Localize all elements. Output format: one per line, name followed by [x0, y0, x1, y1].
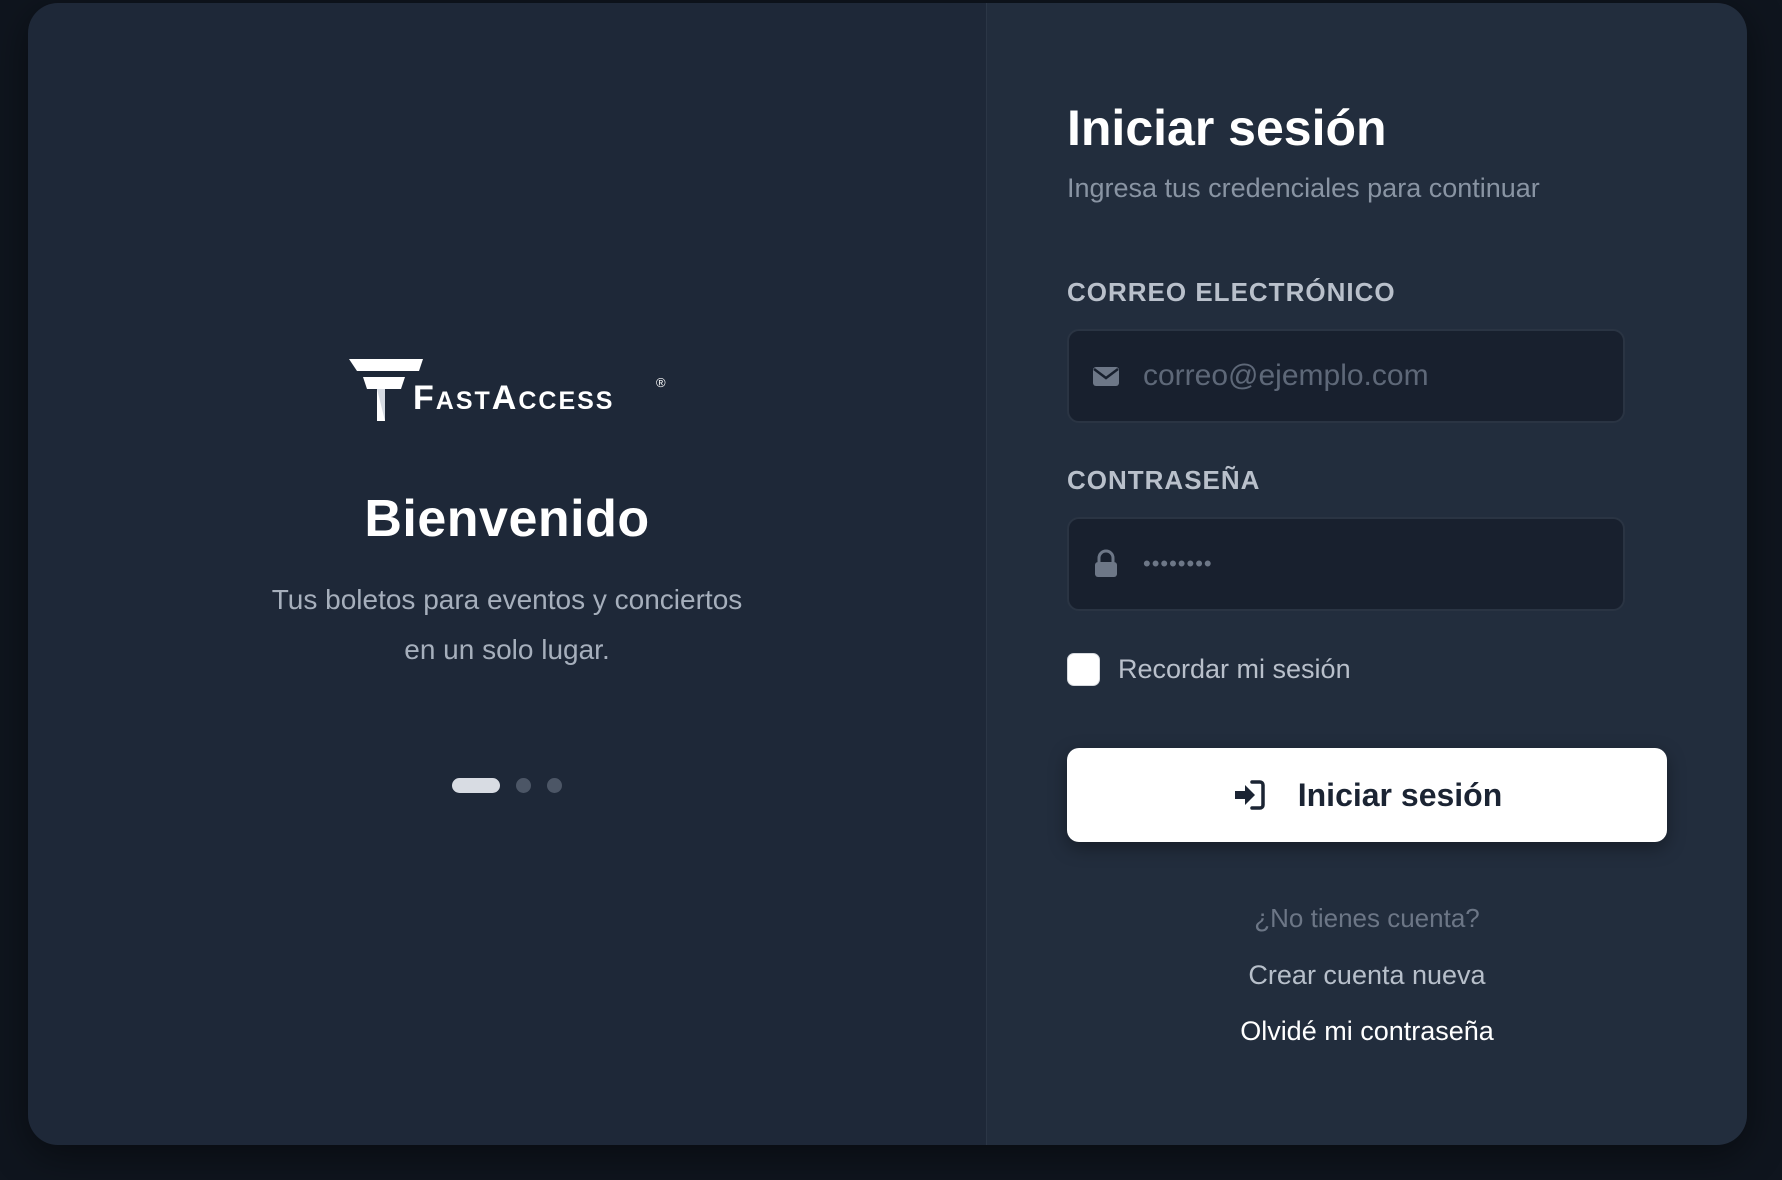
- carousel-dot-2[interactable]: [516, 778, 531, 793]
- password-label: CONTRASEÑA: [1067, 465, 1261, 495]
- login-panel: Iniciar sesión Ingresa tus credenciales …: [986, 3, 1747, 1145]
- login-button-label: Iniciar sesión: [1297, 776, 1503, 813]
- sign-in-icon: [1234, 780, 1265, 810]
- tagline-line-2: en un solo lugar.: [404, 634, 610, 665]
- tagline-line-1: Tus boletos para eventos y conciertos: [271, 584, 743, 615]
- email-label: CORREO ELECTRÓNICO: [1067, 277, 1396, 307]
- remember-checkbox[interactable]: [1067, 653, 1100, 686]
- carousel-indicators: [28, 778, 986, 793]
- remember-label: Recordar mi sesión: [1118, 654, 1351, 684]
- login-title: Iniciar sesión: [1067, 100, 1387, 156]
- no-account-text: ¿No tienes cuenta?: [1254, 903, 1480, 933]
- carousel-dot-3[interactable]: [547, 778, 562, 793]
- password-field[interactable]: ••••••••: [1067, 517, 1625, 611]
- create-account-link[interactable]: Crear cuenta nueva: [1067, 960, 1667, 991]
- login-button[interactable]: Iniciar sesión: [1067, 748, 1667, 842]
- svg-text:FASTACCESS: FASTACCESS: [413, 379, 614, 417]
- lock-icon: [1095, 549, 1117, 577]
- password-input[interactable]: ••••••••: [1143, 551, 1213, 577]
- svg-text:®: ®: [656, 375, 666, 390]
- email-input[interactable]: [1143, 359, 1603, 393]
- carousel-dot-1[interactable]: [452, 778, 500, 793]
- envelope-icon: [1093, 367, 1119, 386]
- fastaccess-logo-mark: FASTACCESS ®: [349, 359, 666, 421]
- welcome-title: Bienvenido: [364, 490, 650, 548]
- remember-session[interactable]: Recordar mi sesión: [1067, 653, 1351, 686]
- welcome-tagline: Tus boletos para eventos y conciertos en…: [28, 575, 986, 675]
- login-subtitle: Ingresa tus credenciales para continuar: [1067, 173, 1540, 203]
- login-card: FASTACCESS ® Bienvenido Tus boletos para…: [28, 3, 1747, 1145]
- email-field[interactable]: [1067, 329, 1625, 423]
- welcome-panel: FASTACCESS ® Bienvenido Tus boletos para…: [28, 3, 986, 1145]
- fastaccess-logo: FASTACCESS ®: [349, 355, 669, 427]
- forgot-password-link[interactable]: Olvidé mi contraseña: [1067, 1016, 1667, 1047]
